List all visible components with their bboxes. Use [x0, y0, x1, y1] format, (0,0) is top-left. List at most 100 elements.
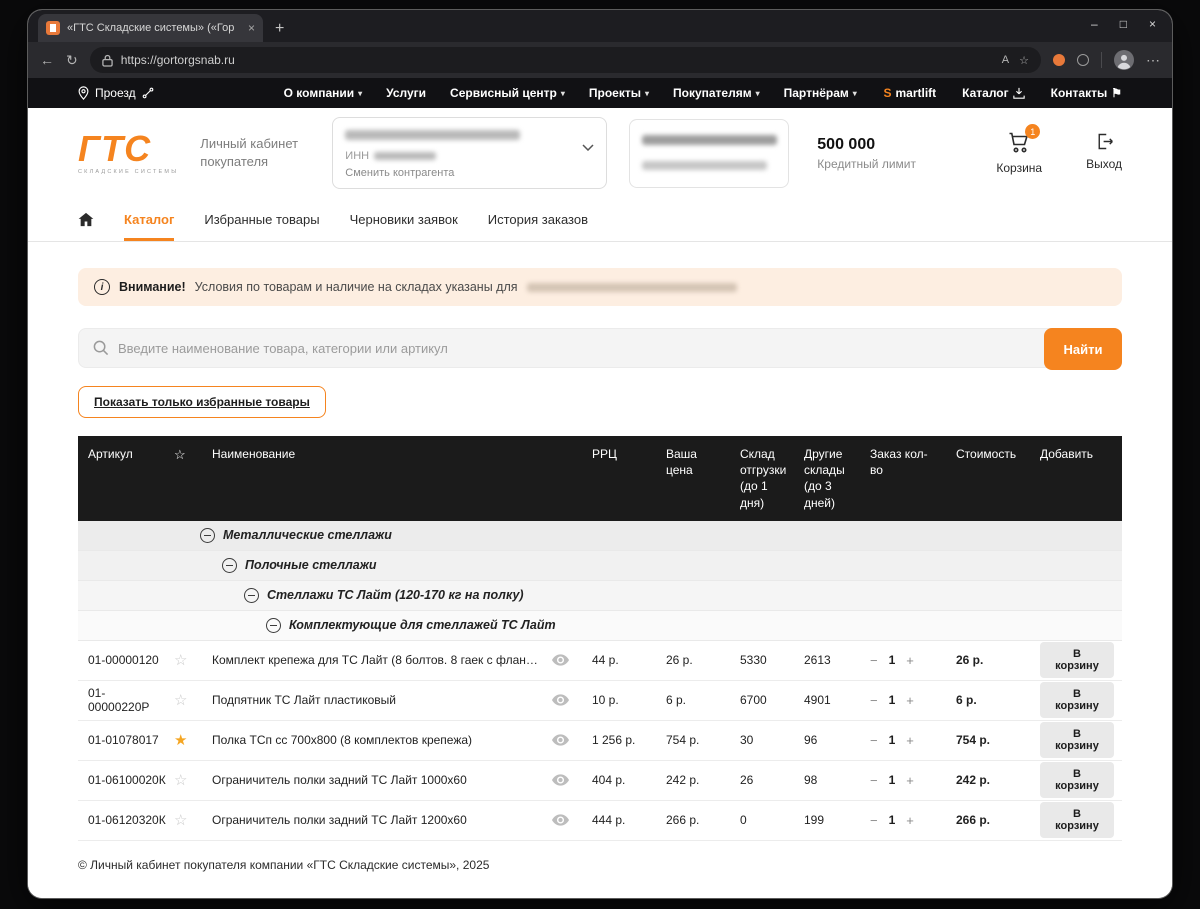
category-label: Комплектующие для стеллажей ТС Лайт [289, 618, 556, 632]
table-row: 01-01078017 ★ Полка ТСп сс 700х800 (8 ко… [78, 721, 1122, 761]
collapse-minus-icon[interactable] [200, 528, 215, 543]
rrc-cell: 444 р. [582, 813, 656, 827]
extension-orange-icon[interactable] [1053, 54, 1065, 66]
company-logo[interactable]: ГТС СКЛАДСКИЕ СИСТЕМЫ [78, 131, 178, 176]
qty-value[interactable]: 1 [889, 733, 896, 747]
favorite-star-icon[interactable]: ★ [174, 732, 187, 749]
maximize-button[interactable]: □ [1120, 17, 1127, 31]
browser-tab[interactable]: «ГТС Складские системы» («Гор × [38, 14, 263, 42]
lock-icon [102, 54, 113, 67]
inn-label: ИНН [345, 150, 369, 162]
qty-value[interactable]: 1 [889, 813, 896, 827]
preview-eye-icon[interactable] [552, 694, 569, 706]
nav-item-label: Сервисный центр [450, 86, 557, 100]
nav-item-projects[interactable]: Проекты▾ [589, 86, 649, 100]
tab-catalog[interactable]: Каталог [124, 198, 174, 241]
stock-main-cell: 26 [730, 773, 794, 787]
qty-value[interactable]: 1 [889, 773, 896, 787]
qty-minus-button[interactable]: − [870, 653, 878, 668]
redacted-inn-value [374, 152, 436, 160]
logout-label: Выход [1086, 157, 1122, 171]
minimize-button[interactable]: – [1091, 17, 1098, 31]
collapse-minus-icon[interactable] [244, 588, 259, 603]
search-input[interactable] [118, 341, 1031, 356]
credit-limit-block: 500 000 Кредитный лимит [817, 136, 916, 171]
category-label: Полочные стеллажи [245, 558, 377, 572]
category-row[interactable]: Металлические стеллажи [78, 521, 1122, 551]
favorite-star-icon[interactable]: ☆ [174, 772, 187, 789]
tab-favicon [46, 21, 60, 35]
collapse-minus-icon[interactable] [222, 558, 237, 573]
add-to-cart-button[interactable]: В корзину [1040, 682, 1114, 718]
qty-minus-button[interactable]: − [870, 773, 878, 788]
logout-button[interactable]: Выход [1086, 131, 1122, 175]
add-to-cart-button[interactable]: В корзину [1040, 802, 1114, 838]
logo-text: ГТС [78, 131, 178, 167]
cart-button[interactable]: 1 Корзина [996, 131, 1042, 175]
qty-minus-button[interactable]: − [870, 693, 878, 708]
category-row[interactable]: Комплектующие для стеллажей ТС Лайт [78, 611, 1122, 641]
favorite-star-icon[interactable]: ☆ [174, 652, 187, 669]
tab-favorites[interactable]: Избранные товары [204, 198, 319, 241]
qty-value[interactable]: 1 [889, 693, 896, 707]
back-icon[interactable]: ← [40, 52, 54, 68]
qty-plus-button[interactable]: + [906, 773, 914, 788]
nav-item-contacts[interactable]: Контакты ⚑ [1051, 86, 1122, 100]
product-name: Полка ТСп сс 700х800 (8 комплектов крепе… [202, 733, 552, 747]
qty-minus-button[interactable]: − [870, 733, 878, 748]
change-contragent-link[interactable]: Сменить контрагента [345, 167, 594, 179]
page-footer: © Личный кабинет покупателя компании «ГТ… [28, 842, 1172, 898]
nav-item-service-center[interactable]: Сервисный центр▾ [450, 86, 565, 100]
route-icon [142, 87, 154, 99]
home-icon[interactable] [78, 212, 94, 227]
read-aloud-icon[interactable]: A [1002, 54, 1009, 66]
more-menu-icon[interactable]: ⋯ [1146, 52, 1160, 69]
contragent-selector[interactable]: ИНН Сменить контрагента [332, 117, 607, 189]
article-cell: 01-00000220Р [78, 686, 174, 714]
nav-item-services[interactable]: Услуги [386, 86, 426, 100]
qty-plus-button[interactable]: + [906, 813, 914, 828]
add-to-cart-button[interactable]: В корзину [1040, 762, 1114, 798]
add-to-cart-button[interactable]: В корзину [1040, 722, 1114, 758]
transit-link[interactable]: Проезд [78, 86, 154, 100]
browser-tab-strip: «ГТС Складские системы» («Гор × + – □ × [28, 10, 1172, 42]
rrc-cell: 404 р. [582, 773, 656, 787]
nav-item-buyers[interactable]: Покупателям▾ [673, 86, 760, 100]
qty-plus-button[interactable]: + [906, 693, 914, 708]
collapse-minus-icon[interactable] [266, 618, 281, 633]
caret-down-icon: ▾ [756, 89, 760, 98]
chevron-down-icon[interactable] [582, 144, 594, 151]
header-star-icon: ☆ [174, 447, 186, 462]
qty-plus-button[interactable]: + [906, 733, 914, 748]
tab-close-icon[interactable]: × [248, 21, 255, 35]
favorite-star-icon[interactable]: ☆ [174, 692, 187, 709]
tab-drafts[interactable]: Черновики заявок [350, 198, 458, 241]
reload-icon[interactable]: ↻ [66, 52, 78, 69]
qty-value[interactable]: 1 [889, 653, 896, 667]
favorite-star-icon[interactable]: ☆ [174, 812, 187, 829]
add-to-cart-button[interactable]: В корзину [1040, 642, 1114, 678]
tab-order-history[interactable]: История заказов [488, 198, 588, 241]
favorites-filter-button[interactable]: Показать только избранные товары [78, 386, 326, 418]
preview-eye-icon[interactable] [552, 814, 569, 826]
nav-item-smartlift[interactable]: Smartlift [883, 86, 936, 100]
preview-eye-icon[interactable] [552, 774, 569, 786]
preview-eye-icon[interactable] [552, 734, 569, 746]
qty-minus-button[interactable]: − [870, 813, 878, 828]
favorite-page-icon[interactable]: ☆ [1019, 54, 1029, 67]
browser-essentials-icon[interactable] [1077, 54, 1089, 66]
nav-item-catalog-download[interactable]: Каталог [962, 86, 1025, 100]
new-tab-button[interactable]: + [275, 20, 284, 38]
category-row[interactable]: Стеллажи ТС Лайт (120-170 кг на полку) [78, 581, 1122, 611]
url-field[interactable]: https://gortorgsnab.ru A ☆ [90, 47, 1041, 73]
preview-eye-icon[interactable] [552, 654, 569, 666]
close-button[interactable]: × [1149, 17, 1156, 31]
cabinet-label: Личный кабинет покупателя [200, 135, 310, 170]
qty-plus-button[interactable]: + [906, 653, 914, 668]
nav-item-partners[interactable]: Партнёрам▾ [784, 86, 857, 100]
search-button[interactable]: Найти [1044, 328, 1122, 370]
stock-other-cell: 4901 [794, 693, 860, 707]
category-row[interactable]: Полочные стеллажи [78, 551, 1122, 581]
nav-item-company[interactable]: О компании▾ [284, 86, 363, 100]
profile-avatar[interactable] [1114, 50, 1134, 70]
